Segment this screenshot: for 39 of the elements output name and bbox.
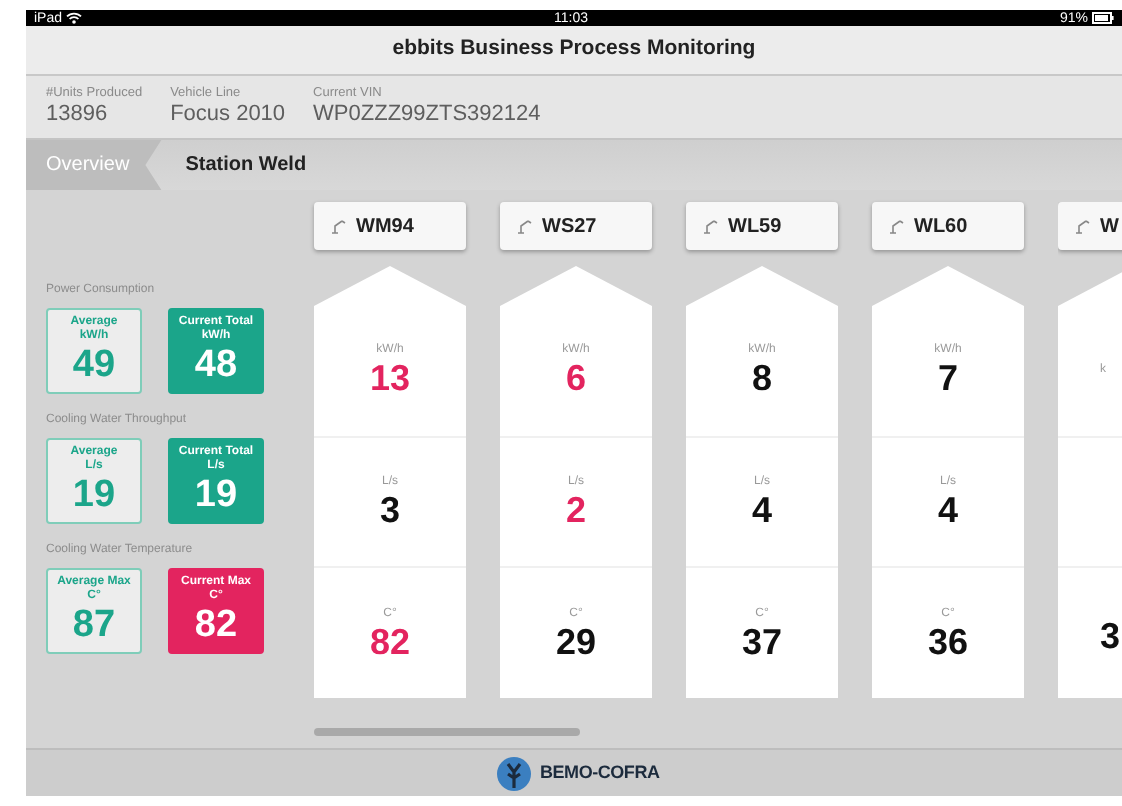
- field-value: 13896: [46, 101, 110, 129]
- reading-value: 37: [741, 623, 783, 660]
- station-button[interactable]: WM94: [314, 202, 466, 250]
- robot-arm-icon: [1074, 218, 1090, 234]
- tile-value: 19: [72, 476, 116, 514]
- station-button[interactable]: W: [1058, 202, 1122, 250]
- tile-value: 19: [194, 476, 238, 514]
- reading-value: 2: [565, 492, 586, 528]
- reading-value: 3: [1100, 617, 1121, 654]
- robot-arm-icon: [888, 218, 904, 234]
- wifi-icon: [66, 12, 83, 24]
- reading-value: 29: [555, 623, 597, 660]
- field-value: WP0ZZZ99ZTS392124: [313, 101, 541, 129]
- reading-value: 4: [937, 492, 958, 528]
- reading-value: 7: [937, 360, 958, 397]
- reading-value: 82: [369, 623, 411, 660]
- battery-icon: [1092, 12, 1114, 24]
- reading-value: 4: [751, 492, 772, 528]
- robot-arm-icon: [702, 218, 718, 234]
- reading-value: 8: [751, 360, 772, 397]
- brand-name: BEMO-COFRA: [540, 759, 660, 786]
- tile-value: 49: [72, 346, 116, 384]
- tile-value: 87: [72, 606, 116, 644]
- reading-value: 13: [369, 360, 411, 397]
- reading-value: 36: [927, 623, 969, 660]
- tile-value: 82: [194, 606, 238, 644]
- station-button[interactable]: WL59: [686, 202, 838, 250]
- robot-arm-icon: [516, 218, 532, 234]
- reading-value: 3: [379, 492, 400, 528]
- station-button[interactable]: WS27: [500, 202, 652, 250]
- reading-value: 6: [565, 360, 586, 397]
- tile-value: 48: [194, 346, 238, 384]
- app-title: ebbits Business Process Monitoring: [392, 34, 756, 65]
- field-value: Focus 2010: [170, 101, 286, 129]
- scrollbar[interactable]: [314, 728, 580, 736]
- logo-icon: [496, 755, 532, 791]
- robot-arm-icon: [330, 218, 346, 234]
- station-button[interactable]: WL60: [872, 202, 1024, 250]
- breadcrumb-current: Station Weld: [183, 152, 307, 180]
